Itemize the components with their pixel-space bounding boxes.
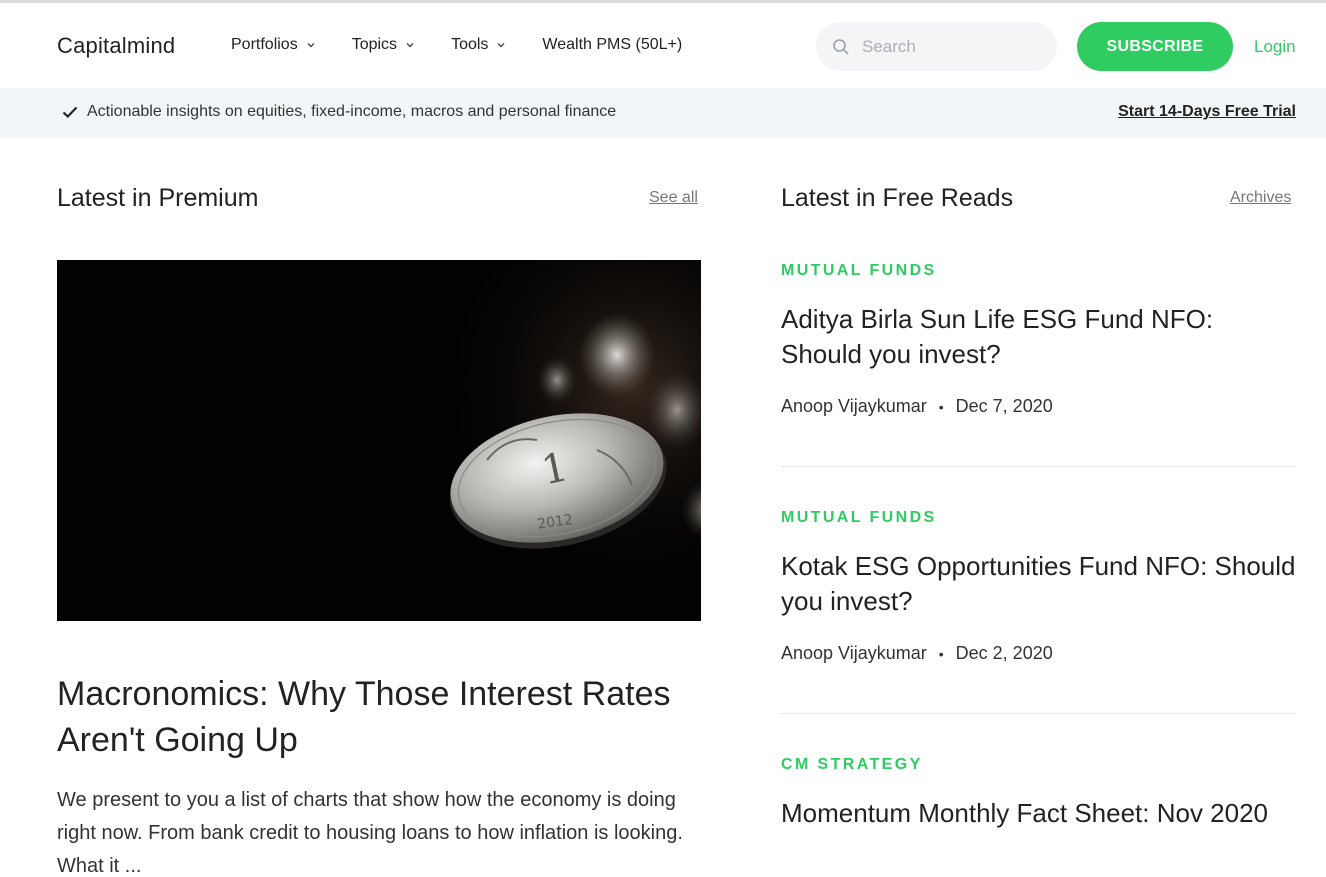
- info-strip: Actionable insights on equities, fixed-i…: [0, 88, 1326, 138]
- nav-label: Portfolios: [231, 36, 298, 53]
- checkmark-icon: [62, 106, 78, 119]
- article-author[interactable]: Anoop Vijaykumar: [781, 643, 927, 664]
- chevron-down-icon: [307, 43, 315, 48]
- article-divider: [781, 466, 1296, 467]
- article-category[interactable]: CM STRATEGY: [781, 756, 1296, 774]
- login-link[interactable]: Login: [1254, 37, 1296, 57]
- nav-label: Tools: [451, 36, 489, 53]
- article-category[interactable]: MUTUAL FUNDS: [781, 262, 1296, 280]
- premium-section-title: Latest in Premium: [57, 184, 259, 212]
- article-author[interactable]: Anoop Vijaykumar: [781, 396, 927, 417]
- site-logo[interactable]: Capitalmind: [57, 33, 175, 59]
- nav-label: Topics: [351, 36, 398, 53]
- archives-link[interactable]: Archives: [1230, 189, 1291, 207]
- article-divider: [781, 713, 1296, 714]
- article-title[interactable]: Kotak ESG Opportunities Fund NFO: Should…: [781, 549, 1296, 619]
- article-card: MUTUAL FUNDS Aditya Birla Sun Life ESG F…: [781, 262, 1296, 417]
- subscribe-button[interactable]: SUBSCRIBE: [1077, 22, 1233, 71]
- nav-label: Wealth PMS (50L+): [542, 36, 683, 53]
- article-title[interactable]: Aditya Birla Sun Life ESG Fund NFO: Shou…: [781, 302, 1296, 372]
- coin-photo: 1 2012: [57, 260, 701, 621]
- article-card: CM STRATEGY Momentum Monthly Fact Sheet:…: [781, 756, 1296, 831]
- article-date: Dec 2, 2020: [955, 643, 1053, 663]
- meta-separator: •: [938, 398, 944, 415]
- chevron-down-icon: [406, 43, 414, 48]
- featured-image[interactable]: 1 2012: [57, 260, 701, 621]
- article-card: MUTUAL FUNDS Kotak ESG Opportunities Fun…: [781, 509, 1296, 664]
- search-box[interactable]: [816, 22, 1057, 71]
- see-all-link[interactable]: See all: [649, 189, 698, 207]
- free-trial-link[interactable]: Start 14-Days Free Trial: [1118, 103, 1296, 121]
- featured-excerpt: We present to you a list of charts that …: [57, 789, 683, 877]
- featured-headline[interactable]: Macronomics: Why Those Interest Rates Ar…: [57, 671, 701, 763]
- nav-tools[interactable]: Tools: [451, 36, 506, 54]
- chevron-down-icon: [497, 43, 505, 48]
- article-date: Dec 7, 2020: [955, 396, 1053, 416]
- strip-message-text: Actionable insights on equities, fixed-i…: [87, 103, 617, 120]
- article-meta: Anoop Vijaykumar • Dec 7, 2020: [781, 396, 1296, 417]
- nav-portfolios[interactable]: Portfolios: [231, 36, 316, 54]
- search-icon: [833, 38, 849, 55]
- search-input[interactable]: [862, 36, 1042, 57]
- strip-message: Actionable insights on equities, fixed-i…: [62, 103, 616, 121]
- article-category[interactable]: MUTUAL FUNDS: [781, 509, 1296, 527]
- nav-topics[interactable]: Topics: [352, 36, 415, 54]
- article-meta: Anoop Vijaykumar • Dec 2, 2020: [781, 643, 1296, 664]
- nav-wealth-pms[interactable]: Wealth PMS (50L+): [542, 36, 682, 54]
- main-nav: Portfolios Topics Tools Wealth PMS (50L+…: [231, 36, 718, 54]
- meta-separator: •: [938, 645, 944, 662]
- site-header: Capitalmind Portfolios Topics Tools Weal…: [0, 3, 1326, 88]
- article-title[interactable]: Momentum Monthly Fact Sheet: Nov 2020: [781, 796, 1296, 831]
- free-reads-section-title: Latest in Free Reads: [781, 184, 1014, 212]
